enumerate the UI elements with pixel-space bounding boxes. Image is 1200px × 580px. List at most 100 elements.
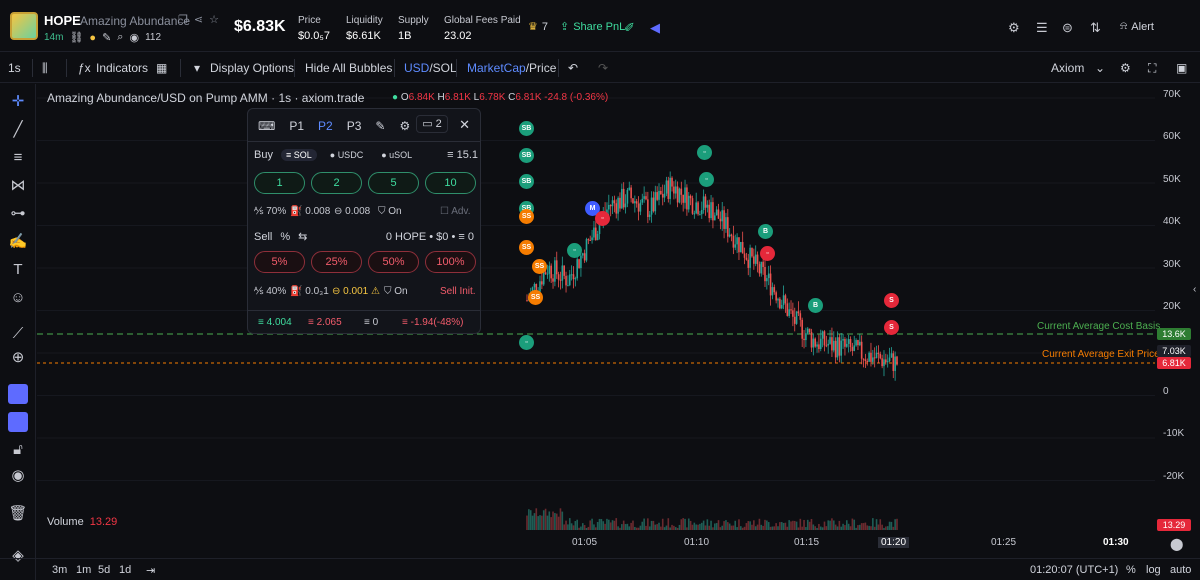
trade-bubble-s[interactable]: S (884, 320, 899, 335)
close-icon[interactable]: ✕ (459, 117, 470, 133)
pin-icon[interactable]: ✐ (624, 20, 635, 36)
pattern-icon[interactable]: ⋈ (8, 176, 28, 196)
trade-bubble-buy[interactable]: ▫ (697, 145, 712, 160)
trade-bubble-b[interactable]: B (808, 298, 823, 313)
interval-select[interactable]: 1s (8, 61, 21, 75)
buy-amount-5[interactable]: 5 (368, 172, 419, 194)
sell-bribe[interactable]: ⊖ 0.001 ⚠ (332, 286, 380, 297)
fullscreen-icon[interactable]: ⛶ (1148, 61, 1156, 76)
swap-icon[interactable]: ⇅ (1090, 20, 1101, 36)
currency-sol[interactable]: ≡ SOL (280, 149, 317, 161)
buy-priority[interactable]: ⛽ 0.008 (290, 206, 330, 217)
buy-amount-2[interactable]: 2 (311, 172, 362, 194)
percent-toggle[interactable]: % (1126, 564, 1136, 576)
fib-icon[interactable]: ⊶ (8, 204, 28, 224)
currency-toggle[interactable]: USD/SOL (404, 61, 457, 75)
price-axis[interactable]: 70K 60K 50K 40K 30K 20K 0 -10K -20K ‹ (1155, 84, 1200, 558)
crosshair-icon[interactable]: ✛ (8, 92, 28, 112)
screenshot-icon[interactable]: ▣ (1176, 61, 1187, 75)
pen-icon[interactable]: ✎ (102, 31, 111, 44)
brush-icon[interactable]: ✍ (8, 232, 28, 252)
sell-5-percent[interactable]: 5% (254, 251, 305, 273)
eye-icon[interactable]: ◉ (129, 31, 139, 44)
mcap-price-toggle[interactable]: MarketCap/Price (467, 61, 556, 75)
range-3m[interactable]: 3m (52, 564, 67, 576)
trade-bubble-sb[interactable]: SB (519, 174, 534, 189)
trendline-icon[interactable]: ╱ (8, 120, 28, 140)
goto-date-icon[interactable]: ⇥ (146, 564, 155, 577)
range-1d[interactable]: 1d (119, 564, 131, 576)
trade-bubble-ss[interactable]: SS (532, 259, 547, 274)
trade-bubble-sb[interactable]: SB (519, 121, 534, 136)
trash-icon[interactable]: 🗑︎ (8, 504, 28, 524)
trade-bubble-sb[interactable]: SB (519, 148, 534, 163)
edit-icon[interactable]: ✎ (375, 119, 385, 133)
gear-icon[interactable]: ⚙ (1120, 61, 1131, 75)
source-select[interactable]: Axiom (1051, 61, 1084, 75)
buy-amount-1[interactable]: 1 (254, 172, 305, 194)
emoji-icon[interactable]: ☺ (8, 288, 28, 308)
trade-bubble-ss[interactable]: SS (519, 240, 534, 255)
buy-mev[interactable]: ⛉ On (378, 206, 402, 217)
list-icon[interactable]: ☰ (1036, 20, 1048, 36)
coin-icon[interactable]: ● (89, 32, 96, 44)
text-icon[interactable]: T (8, 260, 28, 280)
indicators-button[interactable]: Indicators (96, 61, 148, 75)
log-toggle[interactable]: log (1146, 564, 1161, 576)
currency-usol[interactable]: ● uSOL (376, 149, 417, 161)
display-options-button[interactable]: Display Options (210, 61, 294, 75)
dollar-icon[interactable]: ⊜ (1062, 20, 1073, 36)
crown-badge[interactable]: ♛ 7 (528, 20, 548, 34)
redo-icon[interactable]: ↷ (598, 61, 608, 75)
link-icon[interactable]: ⛓ (69, 31, 83, 44)
sell-100-percent[interactable]: 100% (425, 251, 476, 273)
chevron-down-icon[interactable]: ⌄ (1095, 61, 1105, 75)
tab-p3[interactable]: P3 (347, 119, 362, 133)
sell-percent-mode[interactable]: % (280, 231, 290, 243)
buy-bribe[interactable]: ⊖ 0.008 (334, 206, 370, 217)
buy-amount-10[interactable]: 10 (425, 172, 476, 194)
alert-button[interactable]: ⍾ Alert (1120, 20, 1154, 33)
buy-slippage[interactable]: ⅍ 70% (254, 206, 286, 217)
trade-bubble-ss[interactable]: SS (528, 290, 543, 305)
sell-25-percent[interactable]: 25% (311, 251, 362, 273)
range-1m[interactable]: 1m (76, 564, 91, 576)
lines-icon[interactable]: ≡ (8, 148, 28, 168)
tab-p2[interactable]: P2 (318, 119, 333, 133)
advanced-toggle[interactable]: ☐ Adv. (440, 206, 470, 217)
ruler-icon[interactable]: ⟋ (8, 324, 28, 344)
sell-mev[interactable]: ⛉ On (384, 286, 408, 297)
currency-usdc[interactable]: ● USDC (325, 149, 368, 161)
range-5d[interactable]: 5d (98, 564, 110, 576)
lock-drawings-icon[interactable] (8, 412, 28, 432)
trade-bubble-buy[interactable]: ▫ (519, 335, 534, 350)
share-pnl-button[interactable]: ⇪ Share PnL (560, 20, 625, 34)
sell-slippage[interactable]: ⅍ 40% (254, 286, 286, 297)
sell-priority[interactable]: ⛽ 0.0₃1 (290, 286, 329, 297)
trade-bubble-ss[interactable]: SS (519, 209, 534, 224)
megaphone-icon[interactable]: ◀ (650, 20, 660, 36)
auto-toggle[interactable]: auto (1170, 564, 1191, 576)
wallet-count[interactable]: ▭ 2 (416, 115, 448, 133)
copy-icon[interactable]: ❐ (178, 13, 188, 26)
settings-icon[interactable]: ⚙ (1008, 20, 1020, 36)
eye-icon[interactable]: ◉ (8, 466, 28, 486)
trade-bubble-s[interactable]: S (884, 293, 899, 308)
timezone-clock[interactable]: 01:20:07 (UTC+1) (1030, 564, 1118, 576)
search-icon[interactable]: ⌕ (117, 31, 123, 44)
price-chart[interactable] (37, 84, 1155, 558)
star-icon[interactable]: ☆ (209, 13, 219, 26)
keyboard-icon[interactable]: ⌨ (258, 119, 275, 133)
undo-icon[interactable]: ↶ (568, 61, 578, 75)
trade-bubble-buy[interactable]: ▫ (699, 172, 714, 187)
candle-type-icon[interactable]: ⫼ (42, 61, 48, 76)
scroll-right-icon[interactable]: ⬤ (1170, 537, 1183, 551)
chevron-left-icon[interactable]: ‹ (1193, 284, 1196, 295)
time-axis[interactable]: 01:05 01:10 01:15 01:20 01:25 01:30 ⬤ (37, 532, 1183, 552)
settings-icon[interactable]: ⚙ (399, 119, 410, 133)
hide-bubbles-button[interactable]: Hide All Bubbles (305, 61, 392, 75)
lock-icon[interactable]: 🔓︎ (8, 440, 28, 460)
magnet-icon[interactable] (8, 384, 28, 404)
share-icon[interactable]: ⋖ (194, 13, 203, 26)
trade-bubble-b[interactable]: B (758, 224, 773, 239)
